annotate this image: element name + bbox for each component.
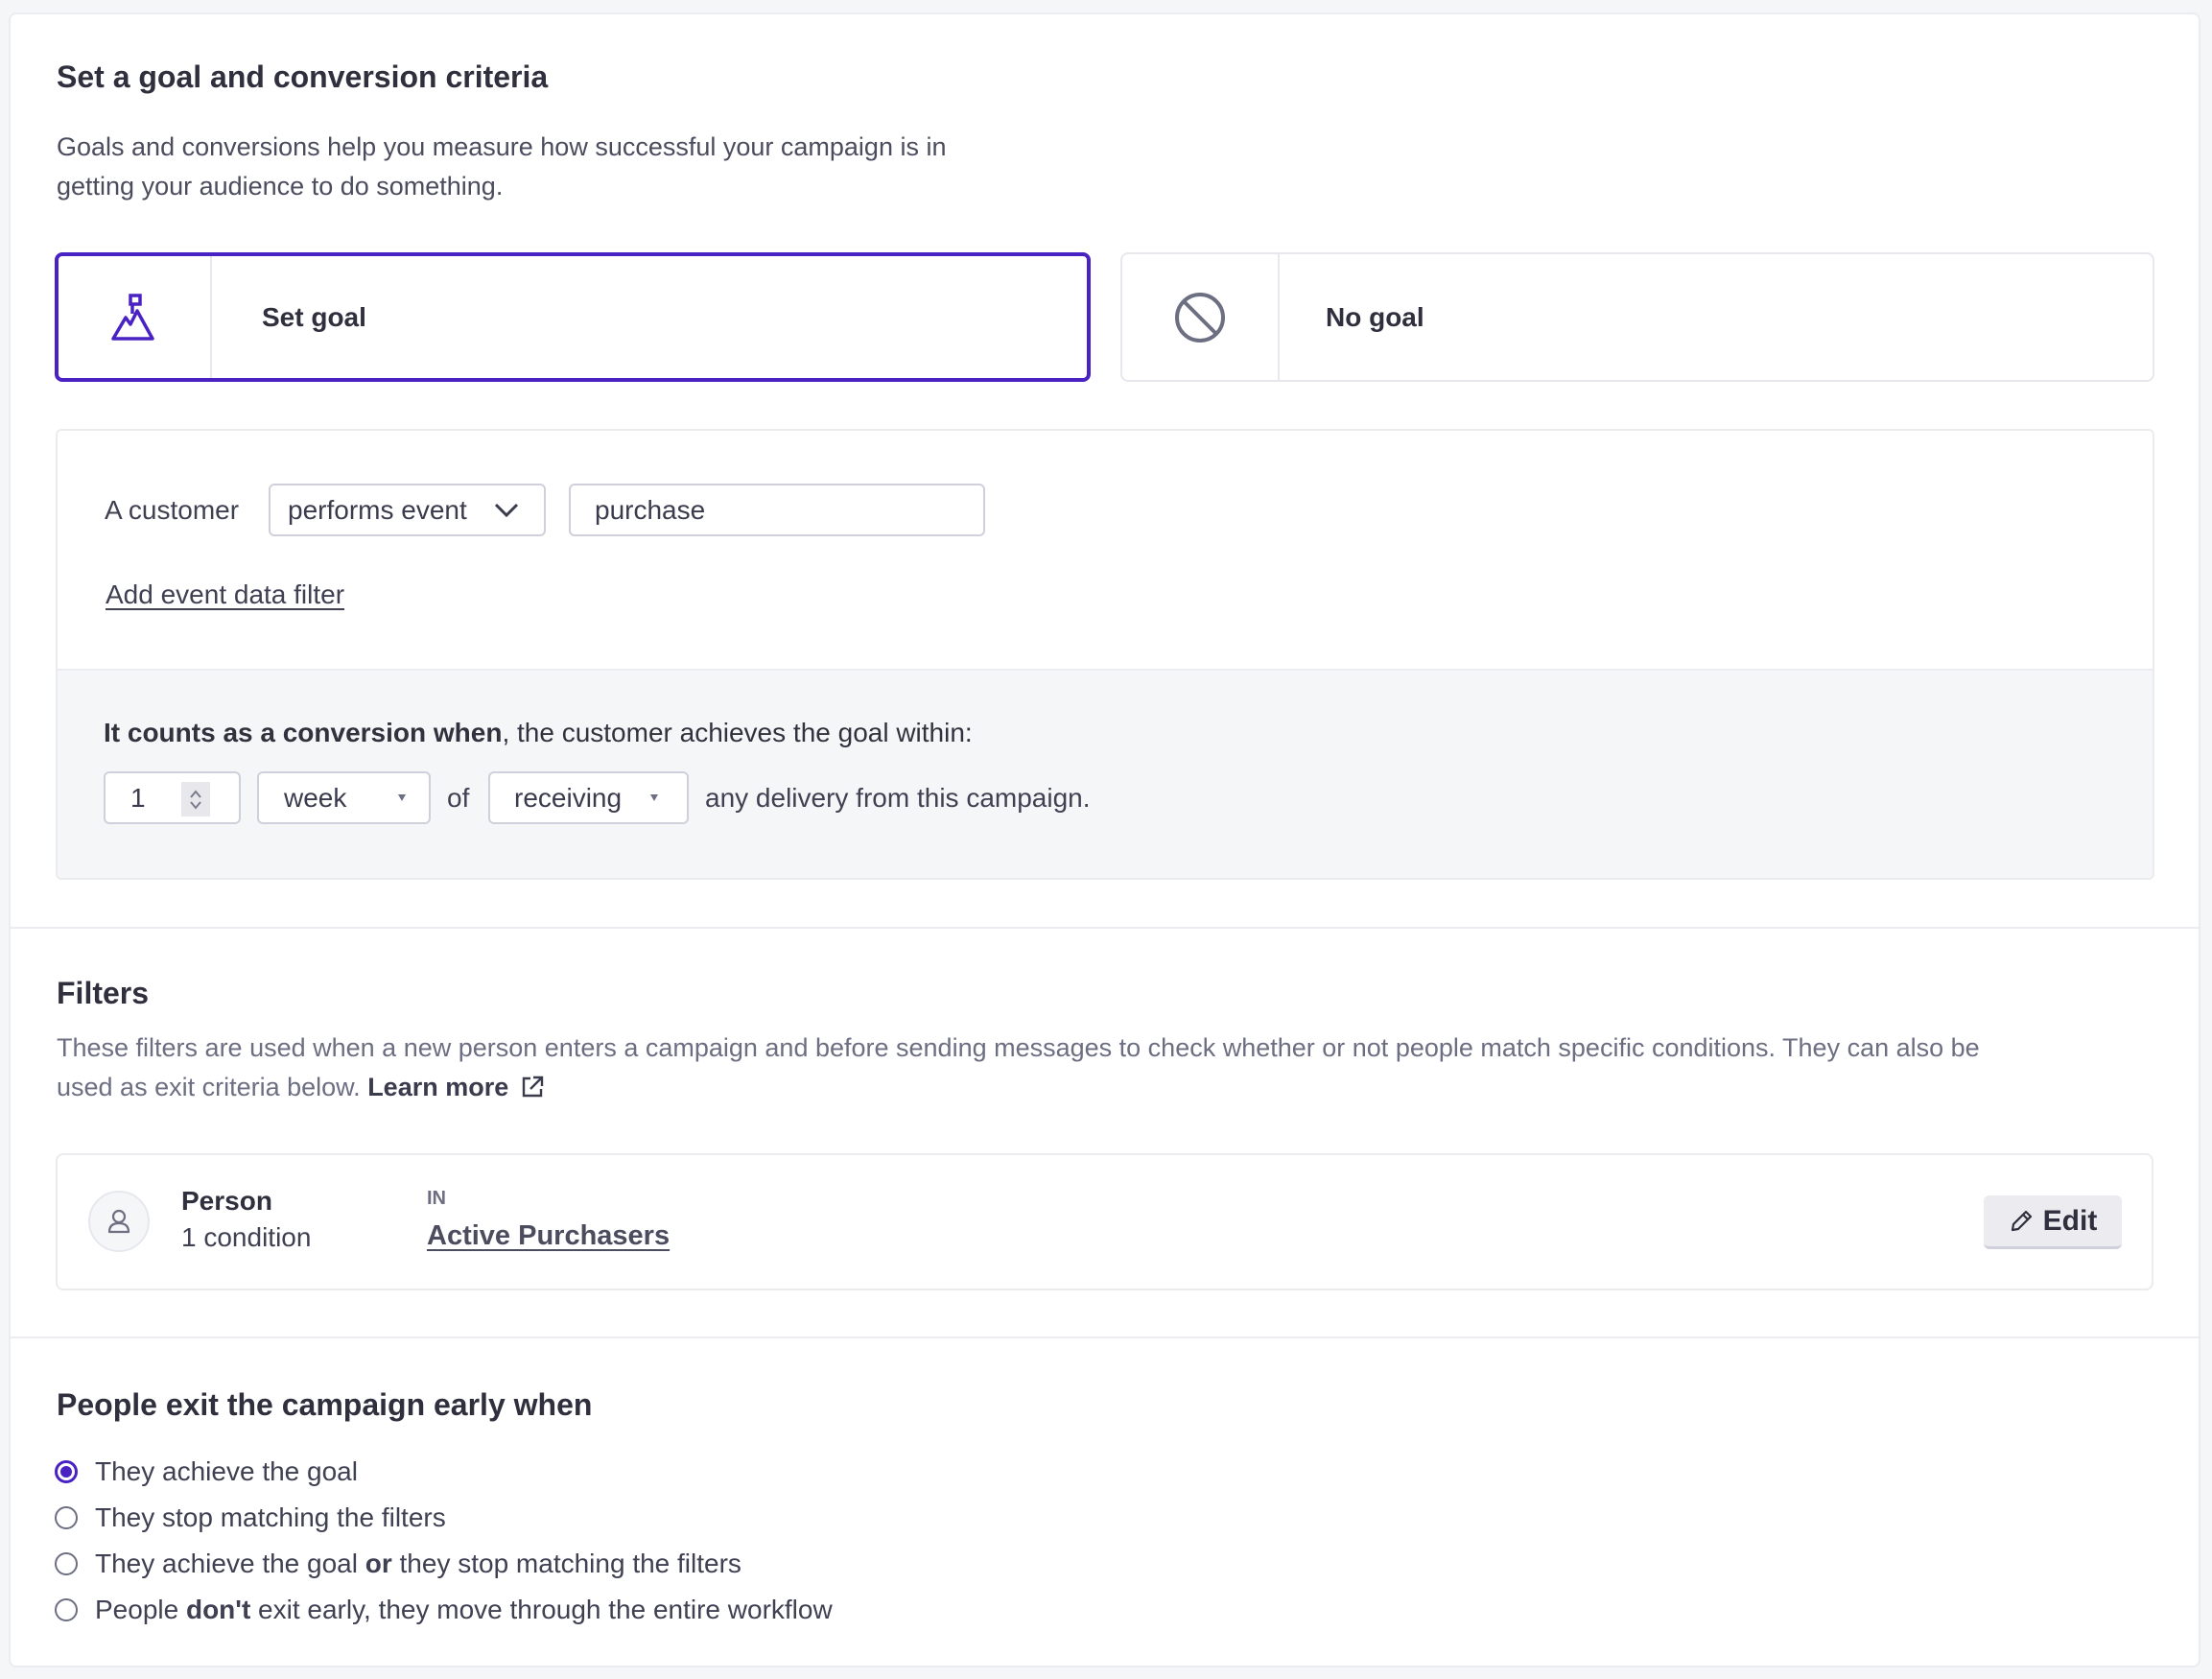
- exit-option-label: They achieve the goal or they stop match…: [95, 1549, 741, 1578]
- exit-option-stop-matching[interactable]: They stop matching the filters: [55, 1499, 446, 1537]
- filter-card: Person 1 condition IN Active Purchasers …: [56, 1153, 2153, 1290]
- filters-description-line-2: used as exit criteria below. Learn more: [57, 1068, 2167, 1107]
- goal-description-line-2: getting your audience to do something.: [57, 172, 504, 201]
- of-text: of: [447, 783, 470, 813]
- time-unit-value: week: [284, 782, 347, 813]
- conversion-rule-rest: , the customer achieves the goal within:: [502, 718, 973, 747]
- set-goal-label: Set goal: [262, 301, 366, 332]
- no-goal-label: No goal: [1326, 301, 1424, 332]
- filters-description: These filters are used when a new person…: [57, 1029, 2167, 1107]
- goal-section-description: Goals and conversions help you measure h…: [57, 128, 946, 206]
- exit-option-no-early-exit[interactable]: People don't exit early, they move throu…: [55, 1591, 833, 1629]
- conversion-window-number: 1: [130, 782, 146, 813]
- delivery-action-value: receiving: [514, 782, 623, 813]
- prohibited-icon: [1175, 292, 1225, 343]
- person-icon: [107, 1209, 130, 1234]
- goal-description-line-1: Goals and conversions help you measure h…: [57, 132, 947, 161]
- condition-select[interactable]: performs event: [269, 484, 546, 536]
- learn-more-link[interactable]: Learn more: [367, 1073, 508, 1101]
- external-link-icon[interactable]: [520, 1075, 545, 1100]
- no-goal-option[interactable]: No goal: [1120, 252, 2154, 382]
- filters-description-line-1: These filters are used when a new person…: [57, 1033, 1980, 1062]
- delivery-action-select[interactable]: receiving: [488, 771, 689, 824]
- edit-label: Edit: [2042, 1204, 2098, 1237]
- mountain-flag-icon: [111, 293, 154, 341]
- condition-select-value: performs event: [288, 494, 467, 525]
- time-unit-select[interactable]: week: [257, 771, 431, 824]
- set-goal-option[interactable]: Set goal: [55, 252, 1091, 382]
- person-avatar: [88, 1191, 150, 1252]
- radio-button[interactable]: [55, 1552, 78, 1575]
- filter-type: Person: [181, 1186, 272, 1216]
- filter-operator: IN: [427, 1188, 446, 1209]
- filters-description-text: used as exit criteria below.: [57, 1073, 361, 1101]
- exit-section-title: People exit the campaign early when: [57, 1387, 593, 1422]
- conversion-suffix: any delivery from this campaign.: [705, 783, 1091, 813]
- stepper-down-icon[interactable]: [189, 800, 202, 810]
- filter-condition-count: 1 condition: [181, 1222, 312, 1252]
- section-divider: [11, 1336, 2200, 1338]
- radio-button[interactable]: [55, 1460, 78, 1483]
- exit-option-label: People don't exit early, they move throu…: [95, 1595, 833, 1624]
- add-event-data-filter-link[interactable]: Add event data filter: [106, 579, 344, 610]
- chevron-down-icon: [494, 503, 519, 518]
- section-divider: [11, 927, 2200, 929]
- radio-button[interactable]: [55, 1598, 78, 1621]
- radio-button[interactable]: [55, 1506, 78, 1529]
- filters-title: Filters: [57, 976, 150, 1010]
- exit-option-label: They achieve the goal: [95, 1456, 358, 1486]
- goal-section-title: Set a goal and conversion criteria: [57, 59, 549, 94]
- segment-link[interactable]: Active Purchasers: [427, 1220, 670, 1252]
- caret-down-icon: [398, 794, 406, 801]
- caret-down-icon: [650, 794, 658, 801]
- pencil-icon: [2011, 1210, 2032, 1231]
- conversion-window-number-input[interactable]: 1: [104, 771, 241, 824]
- event-name-value: purchase: [595, 494, 706, 525]
- conversion-rule-text: It counts as a conversion when, the cust…: [104, 718, 973, 748]
- number-stepper[interactable]: [181, 782, 210, 816]
- conversion-rule-bold: It counts as a conversion when: [104, 718, 503, 747]
- edit-filter-button[interactable]: Edit: [1984, 1195, 2122, 1249]
- event-name-input[interactable]: purchase: [569, 484, 985, 536]
- stepper-up-icon[interactable]: [189, 789, 202, 798]
- criteria-prefix: A customer: [105, 495, 240, 525]
- exit-option-achieve-goal[interactable]: They achieve the goal: [55, 1453, 358, 1491]
- exit-option-label: They stop matching the filters: [95, 1502, 446, 1532]
- no-goal-icon-cell: [1122, 254, 1280, 380]
- set-goal-icon-cell: [59, 256, 212, 378]
- exit-option-goal-or-stop-matching[interactable]: They achieve the goal or they stop match…: [55, 1545, 741, 1583]
